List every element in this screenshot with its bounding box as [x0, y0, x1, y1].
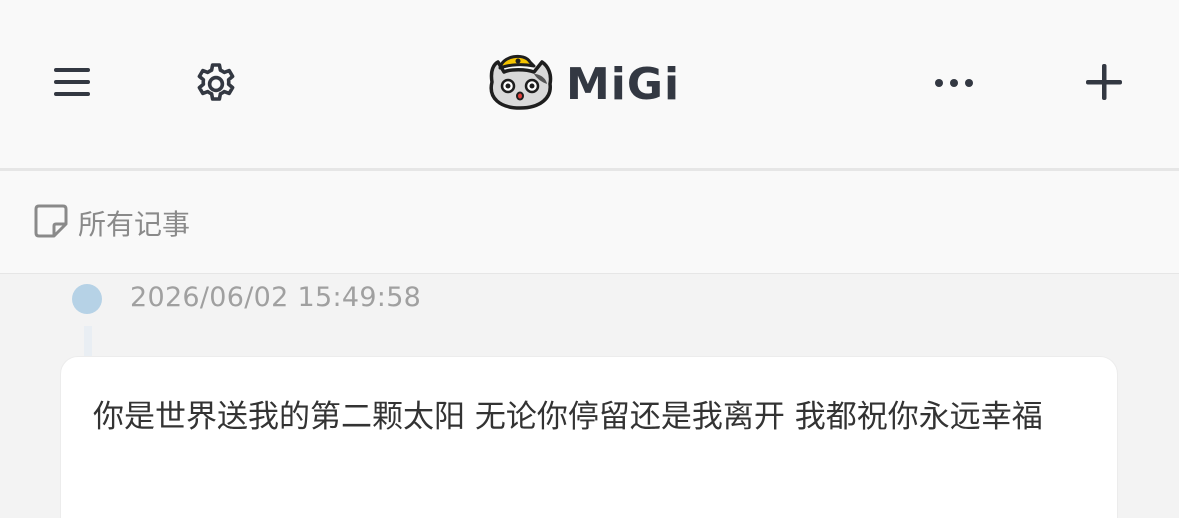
menu-button[interactable] [48, 60, 96, 108]
more-horizontal-icon [930, 75, 978, 94]
note-card[interactable]: 你是世界送我的第二颗太阳 无论你停留还是我离开 我都祝你永远幸福 [60, 356, 1118, 518]
filter-label: 所有记事 [78, 208, 191, 241]
top-app-bar: MiGi [0, 0, 1179, 168]
note-timestamp: 2026/06/02 15:49:58 [130, 282, 422, 313]
more-options-button[interactable] [928, 62, 980, 106]
filter-bar: 所有记事 [0, 171, 1179, 273]
app-root: MiGi 所有记事 2026/06/02 15:49:58 你是世界送我的第二颗… [0, 0, 1179, 518]
filter-divider [0, 273, 1179, 274]
app-brand: MiGi [484, 52, 680, 116]
plus-icon [1084, 62, 1124, 106]
timeline-line [84, 326, 92, 360]
app-name: MiGi [566, 58, 681, 110]
cat-logo-icon [484, 52, 556, 116]
gear-icon [192, 60, 240, 112]
settings-button[interactable] [190, 60, 242, 112]
hamburger-menu-icon [50, 62, 94, 106]
all-notes-filter[interactable]: 所有记事 [32, 203, 190, 243]
note-text: 你是世界送我的第二颗太阳 无论你停留还是我离开 我都祝你永远幸福 [93, 399, 1043, 435]
add-note-button[interactable] [1080, 60, 1128, 108]
timeline-dot [72, 284, 102, 314]
note-icon [32, 202, 70, 244]
